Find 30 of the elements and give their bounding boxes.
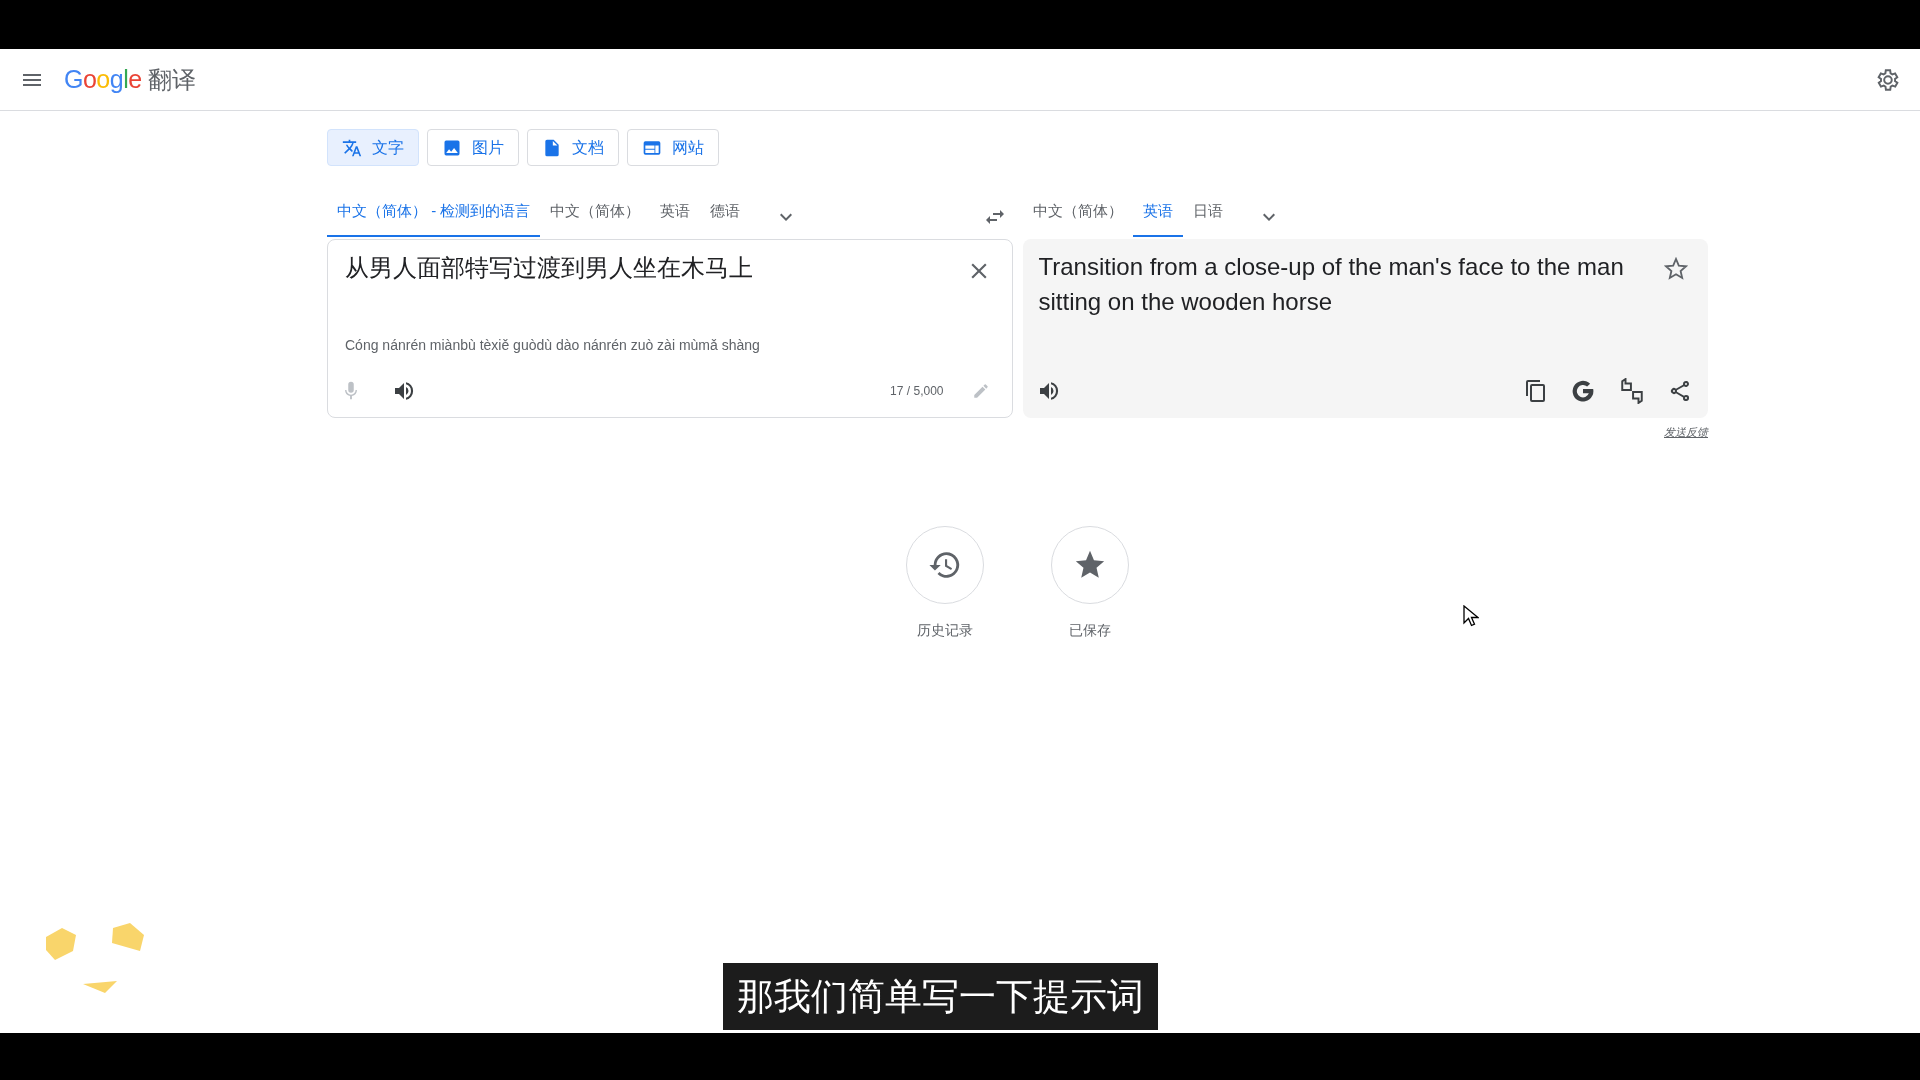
feedback-link[interactable]: 发送反馈: [1664, 423, 1708, 440]
character-count: 17 / 5,000: [890, 382, 944, 400]
mode-tab[interactable]: 网站: [627, 129, 719, 166]
mode-tab[interactable]: 图片: [427, 129, 519, 166]
language-tab[interactable]: 英语: [1133, 190, 1183, 237]
app-title: 翻译: [147, 64, 196, 95]
pencil-icon: [971, 381, 990, 400]
translate-icon: [342, 137, 362, 158]
shortcut-label: 历史记录: [917, 621, 973, 640]
copy-icon[interactable]: [1524, 378, 1548, 403]
share-icon[interactable]: [1668, 378, 1692, 403]
language-tab[interactable]: 中文（简体） - 检测到的语言: [327, 190, 541, 237]
mouse-cursor-icon: [1463, 604, 1479, 627]
mode-tab[interactable]: 文档: [527, 129, 619, 166]
star-icon: [1664, 256, 1688, 281]
shortcut-label: 已保存: [1069, 621, 1111, 640]
mode-tab[interactable]: 文字: [327, 129, 419, 166]
language-tab[interactable]: 中文（简体）: [540, 190, 651, 237]
subtitle-caption: 那我们简单写一下提示词: [723, 962, 1158, 1030]
google-logo[interactable]: Google: [64, 60, 142, 99]
language-tab[interactable]: 德语: [700, 190, 751, 237]
language-tab[interactable]: 日语: [1183, 190, 1233, 237]
language-tab[interactable]: 中文（简体）: [1023, 190, 1133, 237]
language-tab[interactable]: 英语: [650, 190, 701, 237]
translation-text: Transition from a close-up of the man's face to the man sitting on the wooden horse: [1038, 251, 1625, 317]
thumbs-icon[interactable]: [1618, 377, 1646, 404]
document-icon: [542, 137, 562, 158]
settings-icon[interactable]: [1874, 66, 1900, 93]
source-text: 从男人面部特写过渡到男人坐在木马上: [345, 252, 754, 283]
romanization-text: Cóng nánrén miànbù tèxiě guòdù dào nánrén zuò zài mùmǎ shàng: [344, 335, 761, 355]
